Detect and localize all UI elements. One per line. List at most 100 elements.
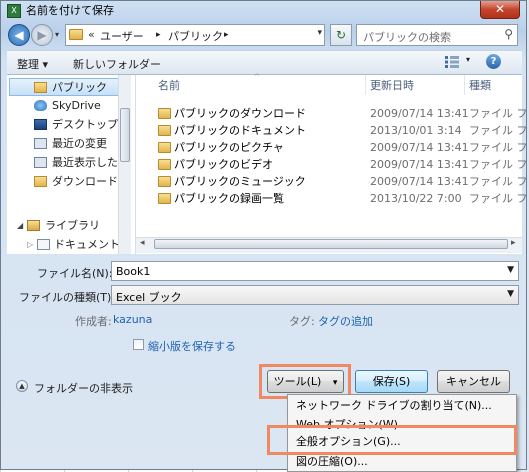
nav-item-recent-places[interactable]: 最近表示した場所 bbox=[7, 154, 123, 172]
save-thumbnail-label[interactable]: 縮小版を保存する bbox=[148, 338, 236, 354]
file-name: パブリックのビデオ bbox=[174, 158, 273, 171]
file-date: 2009/07/14 13:41 bbox=[370, 107, 469, 120]
folder-icon bbox=[158, 125, 171, 136]
view-dropdown[interactable]: ▾ bbox=[466, 55, 470, 64]
file-row[interactable]: パブリックのダウンロード 2009/07/14 13:41 ファイル フ bbox=[136, 105, 528, 122]
recent-changes-icon bbox=[34, 138, 47, 149]
file-row[interactable]: パブリックのビデオ 2009/07/14 13:41 ファイル フ bbox=[136, 156, 528, 173]
file-name: パブリックのミュージック bbox=[174, 175, 306, 188]
folder-icon bbox=[158, 142, 171, 153]
file-type: ファイル フ bbox=[469, 158, 528, 171]
file-row[interactable]: パブリックのピクチャ 2009/07/14 13:41 ファイル フ bbox=[136, 139, 528, 156]
nav-item-libraries[interactable]: ◢ ライブラリ bbox=[7, 217, 123, 235]
scroll-left-icon[interactable]: ◂ bbox=[140, 238, 145, 248]
column-divider[interactable] bbox=[365, 75, 366, 95]
cancel-button[interactable]: キャンセル bbox=[437, 370, 510, 393]
address-bar[interactable]: « ユーザー ▸ パブリック ▸ ▾ bbox=[65, 24, 325, 46]
expand-arrow-icon[interactable]: ▷ bbox=[27, 236, 33, 254]
scroll-right-icon[interactable]: ▸ bbox=[511, 238, 516, 248]
nav-item-documents[interactable]: ▷ ドキュメント bbox=[7, 236, 123, 254]
column-divider[interactable] bbox=[464, 75, 465, 95]
tags-value[interactable]: タグの追加 bbox=[318, 313, 373, 329]
folder-icon bbox=[69, 29, 83, 40]
desktop-icon bbox=[34, 119, 47, 130]
command-toolbar: 整理 ▾ 新しいフォルダー ▾ ? bbox=[7, 50, 522, 75]
general-options-highlight-frame bbox=[267, 425, 517, 455]
file-row[interactable]: パブリックの録画一覧 2013/10/22 7:00 ファイル フ bbox=[136, 190, 528, 207]
filetype-select[interactable]: Excel ブック ▼ bbox=[111, 285, 519, 305]
excel-app-icon: X bbox=[7, 4, 21, 18]
skydrive-icon bbox=[34, 100, 47, 111]
hide-folders-button[interactable]: フォルダーの非表示 bbox=[34, 380, 133, 396]
forward-button[interactable]: ▶ bbox=[31, 24, 53, 46]
breadcrumb-overflow[interactable]: « bbox=[88, 28, 95, 41]
menu-item-map-network-drive[interactable]: ネットワーク ドライブの割り当て(N)... bbox=[296, 396, 492, 416]
nav-item-label: SkyDrive bbox=[52, 99, 101, 112]
collapse-up-icon[interactable]: ▲ bbox=[16, 380, 28, 392]
file-name: パブリックのダウンロード bbox=[174, 107, 306, 120]
author-value[interactable]: kazuna bbox=[113, 313, 152, 326]
nav-item-recent-changes[interactable]: 最近の変更 bbox=[7, 135, 123, 153]
address-dropdown[interactable]: ▾ bbox=[317, 28, 322, 38]
dialog-title: 名前を付けて保存 bbox=[26, 4, 114, 17]
file-date: 2013/10/22 7:00 bbox=[370, 192, 462, 205]
nav-pane-scroll-thumb[interactable] bbox=[120, 108, 130, 162]
column-header-date[interactable]: 更新日時 bbox=[370, 77, 414, 93]
filename-field[interactable]: Book1 ▼ bbox=[111, 261, 519, 281]
column-header-type[interactable]: 種類 bbox=[469, 77, 491, 93]
breadcrumb-separator[interactable]: ▸ bbox=[156, 30, 161, 40]
view-options-icon[interactable] bbox=[445, 56, 459, 68]
collapse-arrow-icon[interactable]: ◢ bbox=[17, 217, 23, 235]
nav-item-downloads[interactable]: ダウンロード bbox=[7, 173, 123, 191]
file-name: パブリックのピクチャ bbox=[174, 141, 284, 154]
breadcrumb-users[interactable]: ユーザー bbox=[100, 28, 144, 44]
column-header-name[interactable]: 名前 bbox=[158, 77, 180, 93]
recent-pages-dropdown[interactable]: ▾ bbox=[55, 25, 63, 45]
folder-icon bbox=[158, 193, 171, 204]
sort-indicator-icon: ^ bbox=[254, 73, 260, 81]
nav-item-desktop[interactable]: デスクトップ bbox=[7, 116, 123, 134]
breadcrumb-separator[interactable]: ▸ bbox=[224, 30, 229, 40]
documents-icon bbox=[37, 239, 50, 250]
folder-icon bbox=[34, 82, 47, 93]
filetype-value: Excel ブック bbox=[116, 291, 182, 304]
nav-item-label: 最近の変更 bbox=[52, 137, 107, 150]
save-button[interactable]: 保存(S) bbox=[355, 370, 428, 393]
breadcrumb-public[interactable]: パブリック bbox=[168, 28, 223, 44]
file-name: パブリックのドキュメント bbox=[174, 124, 306, 137]
nav-item-label: パブリック bbox=[52, 81, 107, 94]
nav-item-label: ダウンロード bbox=[52, 175, 118, 188]
filename-value: Book1 bbox=[116, 265, 151, 278]
tags-label: タグ: bbox=[289, 315, 315, 328]
file-row[interactable]: パブリックのミュージック 2009/07/14 13:41 ファイル フ bbox=[136, 173, 528, 190]
search-placeholder: パブリックの検索 bbox=[363, 31, 451, 44]
nav-item-public[interactable]: パブリック bbox=[9, 78, 125, 96]
search-input[interactable]: パブリックの検索 ⚲ bbox=[356, 24, 518, 46]
menu-item-compress-pictures[interactable]: 図の圧縮(O)... bbox=[296, 452, 368, 472]
folder-icon bbox=[158, 159, 171, 170]
folder-icon bbox=[158, 176, 171, 187]
help-icon[interactable]: ? bbox=[486, 54, 501, 69]
file-list-scroll-thumb[interactable] bbox=[154, 239, 508, 249]
chevron-down-icon[interactable]: ▼ bbox=[507, 265, 514, 275]
nav-item-label: 最近表示した場所 bbox=[52, 156, 123, 169]
file-name: パブリックの録画一覧 bbox=[174, 192, 284, 205]
chevron-down-icon[interactable]: ▼ bbox=[507, 289, 514, 299]
nav-item-label: ドキュメント bbox=[54, 238, 120, 251]
save-thumbnail-checkbox[interactable] bbox=[133, 339, 144, 350]
nav-item-skydrive[interactable]: SkyDrive bbox=[7, 97, 123, 115]
new-folder-button[interactable]: 新しいフォルダー bbox=[73, 56, 161, 72]
file-type: ファイル フ bbox=[469, 141, 528, 154]
back-button[interactable]: ◀ bbox=[8, 24, 30, 46]
file-row[interactable]: パブリックのドキュメント 2013/10/01 3:14 ファイル フ bbox=[136, 122, 528, 139]
search-icon: ⚲ bbox=[504, 27, 513, 41]
nav-pane-scrollbar[interactable] bbox=[118, 75, 131, 254]
organize-button[interactable]: 整理 ▾ bbox=[17, 56, 48, 72]
file-date: 2013/10/01 3:14 bbox=[370, 124, 462, 137]
downloads-icon bbox=[34, 176, 47, 187]
refresh-button[interactable]: ↻ bbox=[330, 24, 352, 46]
folder-icon bbox=[158, 108, 171, 119]
title-bar: X 名前を付けて保存 bbox=[7, 3, 114, 19]
close-button[interactable]: ✕ bbox=[480, 1, 520, 19]
file-type: ファイル フ bbox=[469, 192, 528, 205]
